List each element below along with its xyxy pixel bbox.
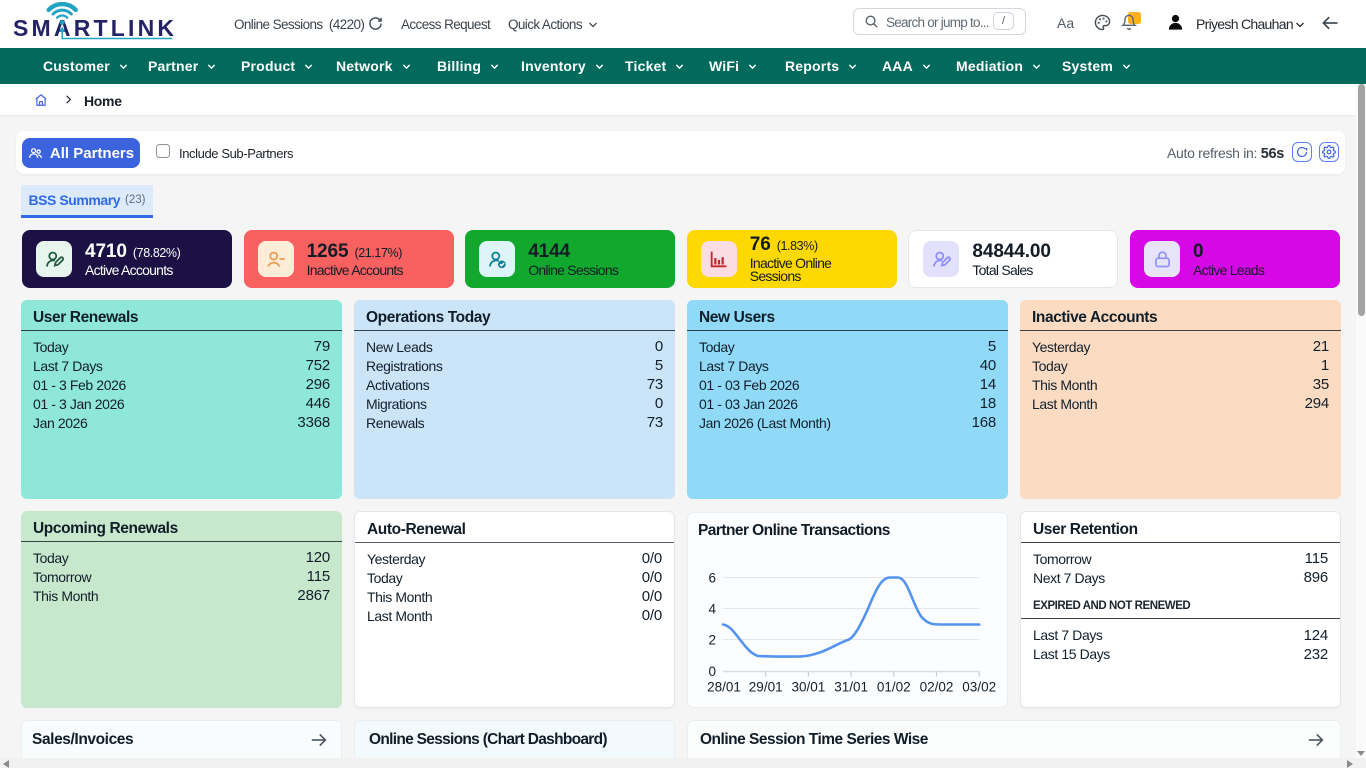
svg-text:30/01: 30/01 <box>792 680 826 695</box>
svg-text:01/02: 01/02 <box>877 680 911 695</box>
svg-text:31/01: 31/01 <box>834 680 868 695</box>
svg-text:4: 4 <box>708 602 716 617</box>
svg-text:SMARTLINK: SMARTLINK <box>13 15 177 41</box>
svg-text:28/01: 28/01 <box>707 680 741 695</box>
svg-text:2: 2 <box>708 633 716 648</box>
svg-text:6: 6 <box>708 571 716 586</box>
svg-text:0: 0 <box>708 664 716 679</box>
svg-text:29/01: 29/01 <box>749 680 783 695</box>
svg-text:02/02: 02/02 <box>920 680 954 695</box>
svg-text:03/02: 03/02 <box>962 680 996 695</box>
svg-text:Partner Online Transactions: Partner Online Transactions <box>698 522 890 539</box>
